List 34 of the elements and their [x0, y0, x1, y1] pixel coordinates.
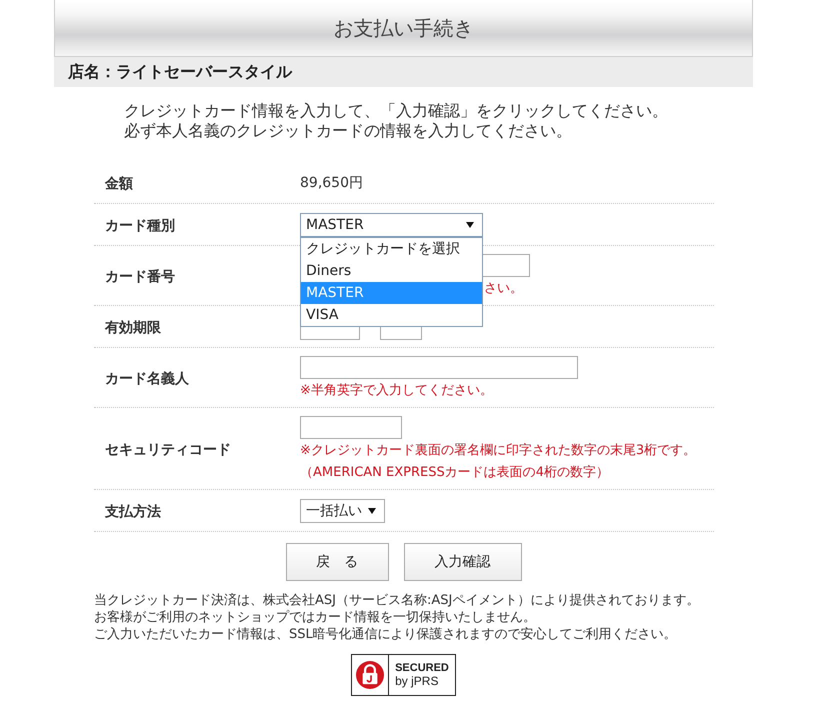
field-label: 有効期限 [105, 320, 161, 336]
field-label: カード種別 [105, 218, 175, 234]
dropdown-option[interactable]: クレジットカードを選択 [301, 238, 482, 260]
text-field[interactable] [300, 356, 578, 379]
instruction-text: 必ず本人名義のクレジットカードの情報を入力してください。 [124, 121, 572, 140]
notice-text: ご入力いただいたカード情報は、SSL暗号化通信により保護されますので安心してご利用ください。 [94, 627, 677, 642]
dropdown-option[interactable]: VISA [301, 304, 482, 326]
seal-text: SECURED [395, 662, 449, 675]
amount-value: 89,650円 [300, 175, 363, 191]
field-note: （AMERICAN EXPRESSカードは表面の4桁の数字） [300, 465, 609, 480]
security-seal[interactable]: SECURED by jPRS [351, 654, 456, 696]
dropdown-select[interactable]: MASTER [300, 213, 483, 237]
text-field[interactable] [300, 416, 402, 439]
field-label: カード番号 [105, 269, 175, 285]
field-note: ※半角英字で入力してください。 [300, 383, 493, 398]
dropdown-option[interactable]: Diners [301, 260, 482, 282]
field-note: さい。 [484, 281, 523, 296]
confirm-button[interactable]: 入力確認 [404, 543, 522, 581]
notice-text: 当クレジットカード決済は、株式会社ASJ（サービス名称:ASJペイメント）により提供されております。 [94, 593, 700, 608]
field-label: カード名義人 [105, 371, 189, 387]
notice-text: お客様がご利用のネットショップではカード情報を一切保持いたしません。 [94, 610, 536, 625]
seal-text: by jPRS [395, 675, 440, 688]
dropdown-select[interactable]: 一括払い [300, 499, 385, 523]
padlock-icon [356, 661, 384, 689]
instruction-text: クレジットカード情報を入力して、「入力確認」をクリックしてください。 [124, 101, 668, 120]
caret-icon [368, 508, 376, 514]
page-title: お支払い手続き [334, 18, 474, 38]
field-label: 金額 [105, 176, 133, 192]
shop-name: 店名：ライトセーバースタイル [68, 62, 292, 82]
field-label: セキュリティコード [105, 442, 231, 458]
back-button[interactable]: 戻 る [286, 543, 388, 581]
caret-icon [466, 222, 474, 228]
field-label: 支払方法 [105, 504, 161, 520]
field-note: ※クレジットカード裏面の署名欄に印字された数字の末尾3桁です。 [300, 443, 696, 458]
